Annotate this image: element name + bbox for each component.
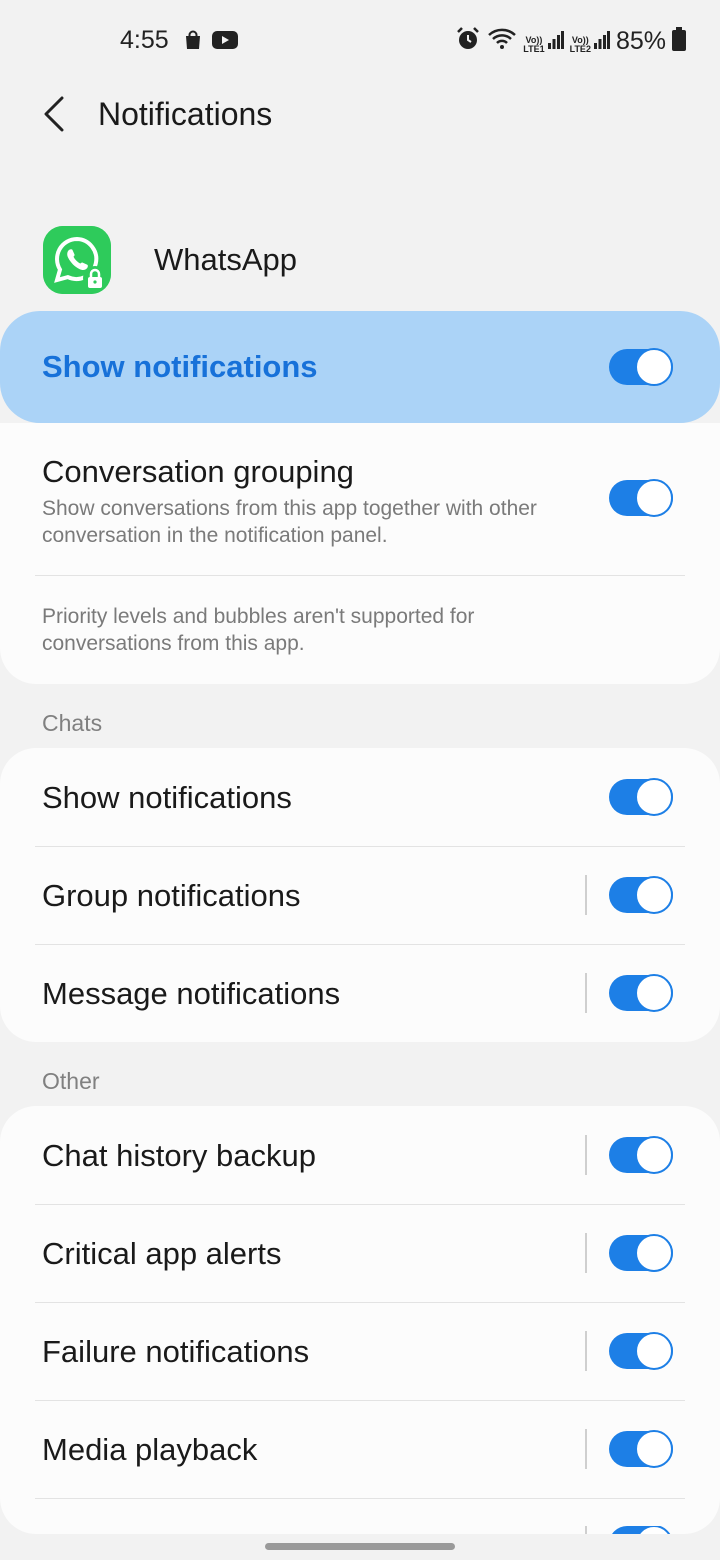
home-indicator[interactable] xyxy=(265,1543,455,1550)
chat-history-backup-row[interactable]: Chat history backup xyxy=(0,1106,720,1204)
master-toggle-label: Show notifications xyxy=(42,349,318,384)
row-label: Show notifications xyxy=(42,780,292,815)
app-info-row: WhatsApp xyxy=(0,226,720,296)
message-notifications-row[interactable]: Message notifications xyxy=(0,944,720,1042)
app-name: WhatsApp xyxy=(154,242,298,277)
signal-icon xyxy=(593,29,610,54)
battery-percent: 85% xyxy=(615,27,666,55)
youtube-icon xyxy=(212,30,238,55)
vertical-separator xyxy=(585,1331,587,1371)
vertical-separator xyxy=(585,875,587,915)
section-label-chats: Chats xyxy=(42,710,103,736)
chat-history-backup-toggle[interactable] xyxy=(609,1136,673,1174)
chats-show-notifications-row[interactable]: Show notifications xyxy=(0,748,720,846)
signal-icon xyxy=(547,29,564,54)
vertical-separator xyxy=(585,973,587,1013)
group-notifications-toggle[interactable] xyxy=(609,876,673,914)
conversation-grouping-toggle[interactable] xyxy=(609,479,673,517)
row-label: Group notifications xyxy=(42,878,301,913)
toggle-knob xyxy=(635,1430,673,1468)
whatsapp-logo xyxy=(43,226,111,294)
wifi-icon xyxy=(487,27,517,56)
status-bar: 4:55 Vo)) LTE1 Vo)) LTE2 85% xyxy=(0,0,720,84)
other-card: Chat history backup Critical app alerts … xyxy=(0,1106,720,1534)
section-label-other: Other xyxy=(42,1068,100,1094)
failure-notifications-toggle[interactable] xyxy=(609,1332,673,1370)
master-toggle-switch[interactable] xyxy=(609,348,673,386)
battery-icon xyxy=(672,27,686,56)
toggle-knob xyxy=(635,1234,673,1272)
shopping-bag-icon xyxy=(184,30,202,55)
divider xyxy=(35,575,685,576)
critical-app-alerts-row[interactable]: Critical app alerts xyxy=(0,1204,720,1302)
conversation-grouping-subtitle: Show conversations from this app togethe… xyxy=(42,497,537,547)
toggle-knob xyxy=(635,1136,673,1174)
critical-app-alerts-toggle[interactable] xyxy=(609,1234,673,1272)
toggle-knob xyxy=(635,479,673,517)
conversation-grouping-row[interactable]: Conversation grouping Show conversations… xyxy=(0,423,720,575)
group-notifications-row[interactable]: Group notifications xyxy=(0,846,720,944)
sim2-label: LTE2 xyxy=(569,44,591,54)
failure-notifications-row[interactable]: Failure notifications xyxy=(0,1302,720,1400)
vertical-separator xyxy=(585,1429,587,1469)
chats-card: Show notifications Group notifications M… xyxy=(0,748,720,1042)
vertical-separator xyxy=(585,1135,587,1175)
vertical-separator xyxy=(585,1233,587,1273)
row-label: Media playback xyxy=(42,1432,258,1467)
app-bar: Notifications xyxy=(0,84,720,148)
toggle-knob xyxy=(635,1332,673,1370)
row-label: Chat history backup xyxy=(42,1138,316,1173)
conversation-card: Conversation grouping Show conversations… xyxy=(0,423,720,684)
row-label: Message notifications xyxy=(42,976,341,1011)
alarm-icon xyxy=(455,26,481,57)
row-label: Critical app alerts xyxy=(42,1236,282,1271)
row-label: Failure notifications xyxy=(42,1334,310,1369)
media-playback-row[interactable]: Media playback xyxy=(0,1400,720,1498)
conversation-note: Priority levels and bubbles aren't suppo… xyxy=(42,605,475,655)
status-time: 4:55 xyxy=(120,26,169,54)
back-arrow-icon xyxy=(42,96,66,137)
show-notifications-master-row[interactable]: Show notifications xyxy=(0,311,720,423)
page-title: Notifications xyxy=(98,96,273,132)
back-button[interactable] xyxy=(28,92,80,140)
toggle-knob xyxy=(635,876,673,914)
toggle-knob xyxy=(635,974,673,1012)
toggle-knob xyxy=(635,778,673,816)
chats-show-notifications-toggle[interactable] xyxy=(609,778,673,816)
partial-toggle[interactable] xyxy=(609,1526,673,1534)
media-playback-toggle[interactable] xyxy=(609,1430,673,1468)
toggle-knob xyxy=(635,348,673,386)
conversation-grouping-title: Conversation grouping xyxy=(42,454,354,489)
vertical-separator xyxy=(585,1526,587,1534)
divider xyxy=(35,1498,685,1499)
message-notifications-toggle[interactable] xyxy=(609,974,673,1012)
sim1-label: LTE1 xyxy=(523,44,545,54)
